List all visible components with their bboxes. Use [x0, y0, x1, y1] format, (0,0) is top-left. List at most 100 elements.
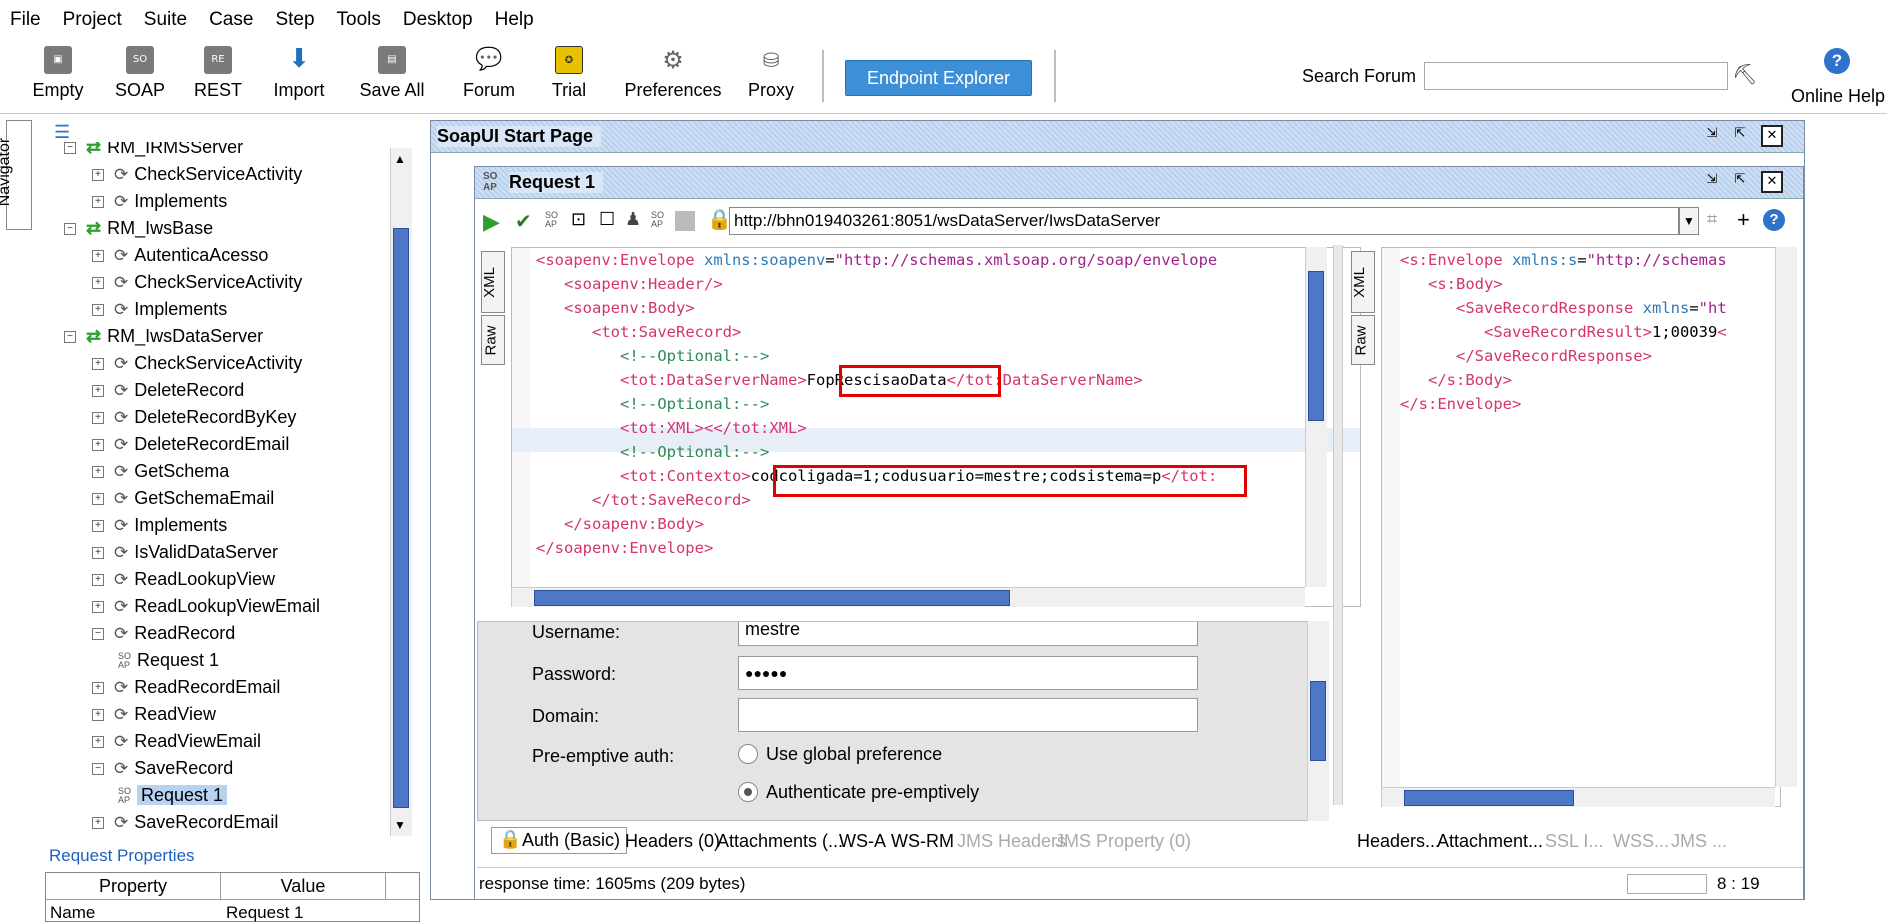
- tree-node[interactable]: SO AP Request 1: [118, 647, 219, 673]
- help-icon[interactable]: ?: [1824, 48, 1850, 74]
- chevron-down-icon[interactable]: ▼: [1679, 207, 1699, 235]
- expand-toggle-icon[interactable]: +: [92, 709, 104, 722]
- minimize-icon[interactable]: ⇲: [1701, 171, 1723, 193]
- expand-toggle-icon[interactable]: +: [92, 547, 104, 560]
- expand-toggle-icon[interactable]: +: [92, 520, 104, 533]
- add-icon[interactable]: +: [1737, 207, 1750, 233]
- expand-toggle-icon[interactable]: −: [64, 142, 76, 155]
- response-xml-editor[interactable]: <s:Envelope xmlns:s="http://schemas <s:B…: [1381, 247, 1781, 807]
- response-vscrollbar[interactable]: [1775, 247, 1797, 787]
- user-icon[interactable]: ♟: [625, 209, 641, 230]
- tab-jms-property[interactable]: JMS Property (0): [1055, 831, 1191, 852]
- close-icon[interactable]: ✕: [1761, 125, 1783, 147]
- password-field[interactable]: ●●●●●: [738, 656, 1198, 690]
- expand-toggle-icon[interactable]: +: [92, 169, 104, 182]
- auth-vscrollbar[interactable]: [1307, 621, 1329, 821]
- navigator-tab[interactable]: Navigator: [0, 120, 32, 230]
- online-help-button[interactable]: Online Help: [1791, 86, 1885, 107]
- expand-toggle-icon[interactable]: +: [92, 736, 104, 749]
- preferences-button[interactable]: ⚙ Preferences: [618, 46, 728, 101]
- username-field[interactable]: mestre: [738, 622, 1198, 646]
- tree-scrollbar[interactable]: ▲ ▼: [390, 148, 412, 836]
- value-column-header[interactable]: Value: [221, 873, 386, 899]
- tree-node[interactable]: − ⇄ RM_IwsDataServer: [64, 323, 263, 349]
- request-vscrollbar[interactable]: [1305, 247, 1327, 587]
- expand-toggle-icon[interactable]: +: [92, 682, 104, 695]
- raw-tab[interactable]: Raw: [481, 315, 505, 365]
- expand-toggle-icon[interactable]: +: [92, 601, 104, 614]
- expand-toggle-icon[interactable]: +: [92, 196, 104, 209]
- save-all-button[interactable]: ▤ Save All: [356, 46, 428, 101]
- response-xml-tab[interactable]: XML: [1351, 251, 1375, 313]
- help-icon[interactable]: ?: [1763, 209, 1785, 231]
- soap-button[interactable]: SO AP SOAP: [112, 46, 168, 101]
- request-hscroll-thumb[interactable]: [534, 590, 1010, 606]
- import-button[interactable]: ⬇ Import: [268, 46, 330, 101]
- tree-node[interactable]: − ⟳ ReadRecord: [92, 620, 235, 646]
- scroll-up-icon[interactable]: ▲: [394, 152, 406, 166]
- search-forum-input[interactable]: [1424, 62, 1728, 90]
- edit-endpoint-icon[interactable]: ⌗: [1707, 209, 1717, 230]
- tab-ws-a[interactable]: WS-A: [839, 831, 886, 852]
- minimize-icon[interactable]: ⇲: [1701, 125, 1723, 147]
- tab-jms-headers[interactable]: JMS Headers: [957, 831, 1066, 852]
- tree-node[interactable]: + ⟳ CheckServiceActivity: [92, 161, 302, 187]
- expand-toggle-icon[interactable]: −: [92, 763, 104, 776]
- empty-button[interactable]: ▣ Empty: [30, 46, 86, 101]
- expand-toggle-icon[interactable]: +: [92, 817, 104, 830]
- menu-step[interactable]: Step: [275, 9, 328, 31]
- menu-tools[interactable]: Tools: [337, 9, 395, 31]
- tree-node[interactable]: + ⟳ GetSchema: [92, 458, 229, 484]
- tree-node[interactable]: + ⟳ GetSchemaEmail: [92, 485, 274, 511]
- tree-node[interactable]: + ⟳ ReadRecordEmail: [92, 674, 280, 700]
- tree-node[interactable]: + ⟳ Implements: [92, 188, 227, 214]
- tree-node[interactable]: + ⟳ DeleteRecordByKey: [92, 404, 296, 430]
- menu-project[interactable]: Project: [63, 9, 136, 31]
- tree-node[interactable]: − ⇄ RM_IRMSServer: [64, 142, 243, 160]
- run-icon[interactable]: ▶: [483, 209, 500, 235]
- tree-node[interactable]: + ⟳ AutenticaAcesso: [92, 242, 268, 268]
- binoculars-icon[interactable]: ⛏: [1732, 62, 1757, 87]
- tree-node[interactable]: + ⟳ DeleteRecordEmail: [92, 431, 289, 457]
- scroll-down-icon[interactable]: ▼: [394, 818, 406, 832]
- expand-toggle-icon[interactable]: −: [92, 628, 104, 641]
- expand-toggle-icon[interactable]: −: [64, 331, 76, 344]
- expand-toggle-icon[interactable]: +: [92, 250, 104, 263]
- tree-node[interactable]: + ⟳ SaveRecordEmail: [92, 809, 278, 835]
- tree-node[interactable]: + ⟳ CheckServiceActivity: [92, 350, 302, 376]
- proxy-button[interactable]: ⛁ Proxy: [746, 46, 796, 101]
- expand-toggle-icon[interactable]: +: [92, 466, 104, 479]
- tree-node[interactable]: + ⟳ ReadView: [92, 701, 216, 727]
- tree-list-icon[interactable]: ☰: [54, 122, 70, 143]
- trial-button[interactable]: ✪ Trial: [542, 46, 596, 101]
- tree-node[interactable]: + ⟳ DeleteRecord: [92, 377, 244, 403]
- tab-headers[interactable]: Headers (0): [625, 831, 720, 852]
- soap-icon[interactable]: SO AP: [651, 211, 664, 229]
- response-tab[interactable]: SSL I...: [1545, 831, 1603, 852]
- maximize-icon[interactable]: ⇱: [1729, 125, 1751, 147]
- expand-toggle-icon[interactable]: +: [92, 493, 104, 506]
- response-hscrollbar[interactable]: [1381, 787, 1775, 807]
- response-tab[interactable]: Headers...: [1357, 831, 1440, 852]
- expand-toggle-icon[interactable]: +: [92, 277, 104, 290]
- property-column-header[interactable]: Property: [46, 873, 221, 899]
- property-name-cell[interactable]: Name: [50, 903, 95, 923]
- expand-toggle-icon[interactable]: +: [92, 439, 104, 452]
- close-icon[interactable]: ✕: [1761, 171, 1783, 193]
- forum-button[interactable]: 💬 Forum: [458, 46, 520, 101]
- tree-node[interactable]: + ⟳ ReadViewEmail: [92, 728, 261, 754]
- xml-tab[interactable]: XML: [481, 251, 505, 313]
- endpoint-select[interactable]: http://bhn019403261:8051/wsDataServer/Iw…: [729, 207, 1679, 235]
- expand-toggle-icon[interactable]: +: [92, 412, 104, 425]
- domain-field[interactable]: [738, 698, 1198, 732]
- use-global-preference-label[interactable]: Use global preference: [766, 744, 942, 765]
- auth-vscroll-thumb[interactable]: [1310, 681, 1326, 761]
- endpoint-explorer-button[interactable]: Endpoint Explorer: [845, 60, 1032, 96]
- request-hscrollbar[interactable]: [511, 587, 1305, 607]
- response-tab[interactable]: JMS ...: [1671, 831, 1727, 852]
- expand-toggle-icon[interactable]: +: [92, 574, 104, 587]
- request-vscroll-thumb[interactable]: [1308, 271, 1324, 421]
- maximize-icon[interactable]: ⇱: [1729, 171, 1751, 193]
- tree-scroll-thumb[interactable]: [393, 228, 409, 808]
- tree-node[interactable]: + ⟳ ReadLookupView: [92, 566, 275, 592]
